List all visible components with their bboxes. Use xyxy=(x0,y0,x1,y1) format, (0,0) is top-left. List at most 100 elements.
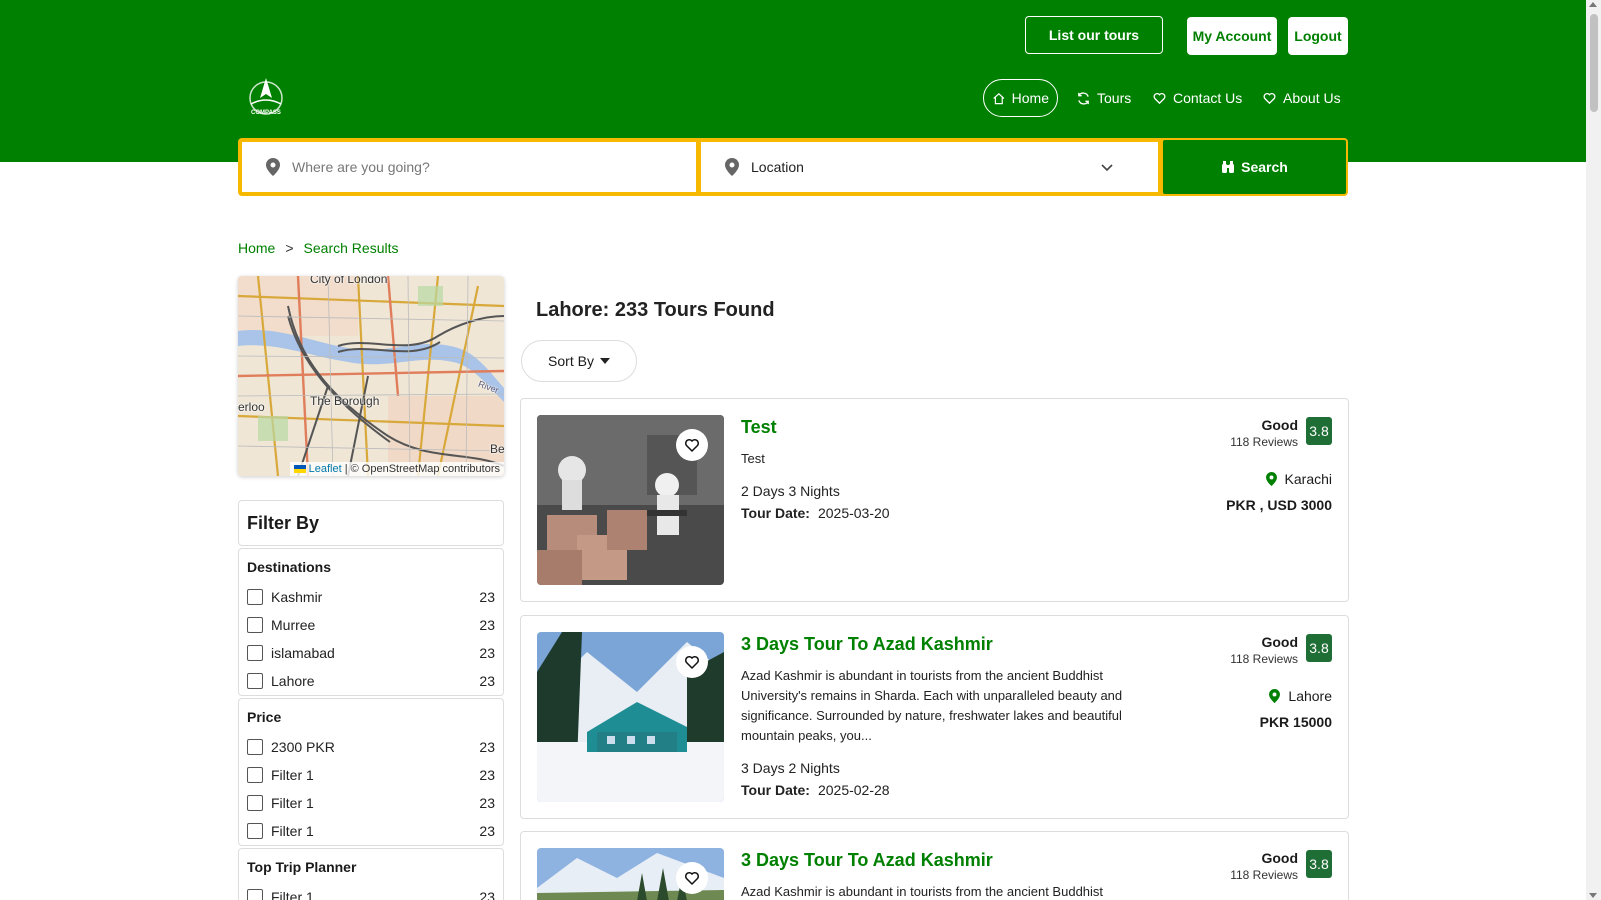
nav-contact[interactable]: Contact Us xyxy=(1144,79,1250,117)
rating-word: Good xyxy=(1261,850,1298,866)
tour-title[interactable]: 3 Days Tour To Azad Kashmir xyxy=(741,850,993,871)
checkbox[interactable] xyxy=(247,673,263,689)
tour-description: Azad Kashmir is abundant in tourists fro… xyxy=(741,668,1123,743)
tour-date-value: 2025-02-28 xyxy=(817,782,890,798)
list-our-tours-button[interactable]: List our tours xyxy=(1025,16,1163,54)
scrollbar-thumb[interactable] xyxy=(1590,14,1598,112)
rating-word: Good xyxy=(1261,417,1298,433)
heart-icon xyxy=(684,655,700,670)
map-pin-icon xyxy=(725,158,739,176)
review-count: 118 Reviews xyxy=(1230,868,1298,882)
map-label-borough: The Borough xyxy=(310,394,380,408)
tour-title[interactable]: Test xyxy=(741,417,777,438)
search-button[interactable]: Search xyxy=(1163,140,1346,194)
filter-option[interactable]: Filter 1 23 xyxy=(247,761,495,789)
leaflet-link[interactable]: Leaflet xyxy=(309,463,342,475)
logo-text: COMPASS xyxy=(251,110,281,116)
filter-option[interactable]: Filter 1 23 xyxy=(247,883,495,900)
breadcrumb-home-link[interactable]: Home xyxy=(238,240,275,256)
filter-count: 23 xyxy=(479,889,495,900)
checkbox[interactable] xyxy=(247,889,263,900)
sort-by-dropdown[interactable]: Sort By xyxy=(521,340,637,382)
favorite-button[interactable] xyxy=(676,646,708,678)
nav-home[interactable]: Home xyxy=(983,79,1058,117)
breadcrumb-separator: > xyxy=(285,240,294,256)
map-label-right: Be xyxy=(490,442,504,456)
tour-description: Azad Kashmir is abundant in tourists fro… xyxy=(741,884,1104,899)
nav-about[interactable]: About Us xyxy=(1254,79,1349,117)
favorite-button[interactable] xyxy=(676,862,708,894)
logout-button[interactable]: Logout xyxy=(1288,17,1348,55)
filter-count: 23 xyxy=(479,673,495,689)
tour-date-label: Tour Date: xyxy=(741,505,810,521)
checkbox[interactable] xyxy=(247,767,263,783)
filter-option[interactable]: Filter 1 23 xyxy=(247,817,495,845)
filter-option[interactable]: islamabad 23 xyxy=(247,639,495,667)
filter-group-destinations: Destinations Kashmir 23 Murree 23 islamaba… xyxy=(238,548,504,696)
checkbox[interactable] xyxy=(247,617,263,633)
filter-option[interactable]: 2300 PKR 23 xyxy=(247,733,495,761)
map-attribution: Leaflet | © OpenStreetMap contributors xyxy=(289,462,504,476)
heart-icon xyxy=(684,438,700,453)
tour-card[interactable]: 3 Days Tour To Azad Kashmir Azad Kashmir… xyxy=(520,831,1349,900)
tour-location-name: Karachi xyxy=(1284,471,1332,487)
checkbox[interactable] xyxy=(247,823,263,839)
filter-label: Filter 1 xyxy=(271,823,314,839)
filter-option[interactable]: Filter 1 23 xyxy=(247,789,495,817)
caret-down-icon xyxy=(599,358,610,364)
filter-label: Murree xyxy=(271,617,316,633)
map-label-left: erloo xyxy=(238,400,265,414)
filter-option[interactable]: Lahore 23 xyxy=(247,667,495,695)
tour-duration: 3 Days 2 Nights xyxy=(741,760,840,776)
scroll-up-arrow[interactable] xyxy=(1589,2,1597,7)
filter-count: 23 xyxy=(479,767,495,783)
rating-word: Good xyxy=(1261,634,1298,650)
checkbox[interactable] xyxy=(247,739,263,755)
tour-date: Tour Date: 2025-02-28 xyxy=(741,782,890,798)
checkbox[interactable] xyxy=(247,645,263,661)
rating-score-badge: 3.8 xyxy=(1306,634,1332,662)
heart-hand-icon xyxy=(1153,92,1166,104)
breadcrumb-current[interactable]: Search Results xyxy=(304,240,399,256)
filter-option[interactable]: Kashmir 23 xyxy=(247,583,495,611)
review-count: 118 Reviews xyxy=(1230,435,1298,449)
tour-location: Karachi xyxy=(1265,471,1332,487)
checkbox[interactable] xyxy=(247,589,263,605)
tour-card[interactable]: Test Test 2 Days 3 Nights Tour Date: 2025… xyxy=(520,398,1349,602)
filter-count: 23 xyxy=(479,617,495,633)
tour-date-value: 2025-03-20 xyxy=(817,505,890,521)
checkbox[interactable] xyxy=(247,795,263,811)
map-label-city: City of London xyxy=(310,276,388,286)
filter-label: Kashmir xyxy=(271,589,323,605)
tour-card[interactable]: 3 Days Tour To Azad Kashmir Azad Kashmir… xyxy=(520,615,1349,819)
page-scrollbar[interactable] xyxy=(1586,0,1601,900)
map-pin-icon xyxy=(1269,689,1281,703)
scroll-down-arrow[interactable] xyxy=(1589,893,1597,898)
tour-description: Test xyxy=(741,451,765,466)
destination-field[interactable] xyxy=(242,142,696,192)
filter-group-title: Top Trip Planner xyxy=(247,859,357,875)
filter-count: 23 xyxy=(479,823,495,839)
heart-hand-icon xyxy=(1263,92,1276,104)
my-account-button[interactable]: My Account xyxy=(1187,17,1277,55)
favorite-button[interactable] xyxy=(676,429,708,461)
refresh-icon xyxy=(1078,91,1089,105)
rating-block: Good 118 Reviews 3.8 xyxy=(1230,634,1332,666)
destination-input[interactable] xyxy=(292,159,672,175)
filter-label: islamabad xyxy=(271,645,335,661)
nav-home-label: Home xyxy=(1011,90,1049,106)
tour-price: PKR 15000 xyxy=(1259,714,1332,730)
filter-label: Filter 1 xyxy=(271,795,314,811)
nav-tours[interactable]: Tours xyxy=(1068,79,1139,117)
filter-option[interactable]: Murree 23 xyxy=(247,611,495,639)
results-map[interactable]: City of London The Borough erloo Be Rive… xyxy=(238,276,504,476)
tour-title[interactable]: 3 Days Tour To Azad Kashmir xyxy=(741,634,993,655)
location-select[interactable]: Location xyxy=(701,142,1158,192)
filter-label: Filter 1 xyxy=(271,889,314,900)
tour-date-label: Tour Date: xyxy=(741,782,810,798)
review-count: 118 Reviews xyxy=(1230,652,1298,666)
compass-logo[interactable]: COMPASS xyxy=(243,76,289,120)
map-pin-icon xyxy=(266,158,280,176)
filter-label: Filter 1 xyxy=(271,767,314,783)
nav-contact-label: Contact Us xyxy=(1173,90,1243,106)
